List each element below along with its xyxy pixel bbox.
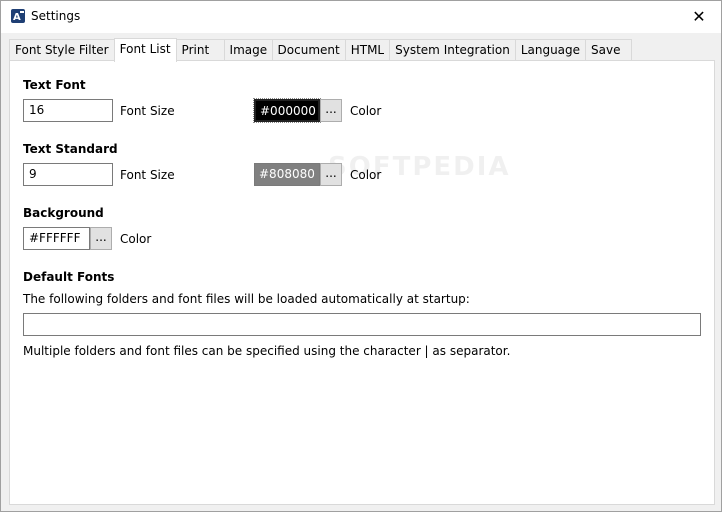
background-title: Background	[23, 206, 104, 220]
tab-html[interactable]: HTML	[344, 39, 391, 61]
settings-window: A Settings ✕ Font Style Filter Font List…	[0, 0, 722, 512]
background-color-field[interactable]: #FFFFFF	[23, 227, 90, 250]
tab-system-integration[interactable]: System Integration	[389, 39, 516, 61]
text-standard-color-button[interactable]: ...	[320, 163, 342, 186]
font-list-panel: SOFTPEDIA Text Font 16 Font Size #000000…	[9, 60, 715, 505]
background-color-button[interactable]: ...	[90, 227, 112, 250]
text-standard-title: Text Standard	[23, 142, 118, 156]
title-bar: A Settings ✕	[1, 1, 721, 33]
default-fonts-hint: Multiple folders and font files can be s…	[23, 344, 511, 358]
text-font-size-label: Font Size	[120, 104, 175, 118]
close-button[interactable]: ✕	[677, 1, 721, 31]
tab-font-style-filter[interactable]: Font Style Filter	[9, 39, 115, 61]
close-icon: ✕	[692, 6, 706, 26]
text-font-color-label: Color	[350, 104, 382, 118]
text-standard-size-label: Font Size	[120, 168, 175, 182]
text-standard-color-field[interactable]: #808080	[254, 163, 320, 186]
svg-text:A: A	[13, 12, 21, 23]
tab-document[interactable]: Document	[271, 39, 346, 61]
tab-bar: Font Style Filter Font List Print Image …	[9, 38, 633, 62]
default-fonts-path-input[interactable]	[23, 313, 701, 336]
window-title: Settings	[31, 9, 81, 23]
text-font-color-button[interactable]: ...	[320, 99, 342, 122]
text-font-color-field[interactable]: #000000	[253, 98, 321, 123]
tab-print[interactable]: Print	[175, 39, 225, 61]
text-standard-size-input[interactable]: 9	[23, 163, 113, 186]
tab-image[interactable]: Image	[223, 39, 273, 61]
text-font-size-input[interactable]: 16	[23, 99, 113, 122]
text-standard-color-label: Color	[350, 168, 382, 182]
default-fonts-description: The following folders and font files wil…	[23, 292, 470, 306]
text-font-title: Text Font	[23, 78, 86, 92]
tab-language[interactable]: Language	[514, 39, 587, 61]
background-color-label: Color	[120, 232, 152, 246]
tab-font-list[interactable]: Font List	[113, 38, 177, 62]
tab-save[interactable]: Save	[585, 39, 633, 61]
default-fonts-title: Default Fonts	[23, 270, 115, 284]
app-icon: A	[11, 9, 25, 23]
